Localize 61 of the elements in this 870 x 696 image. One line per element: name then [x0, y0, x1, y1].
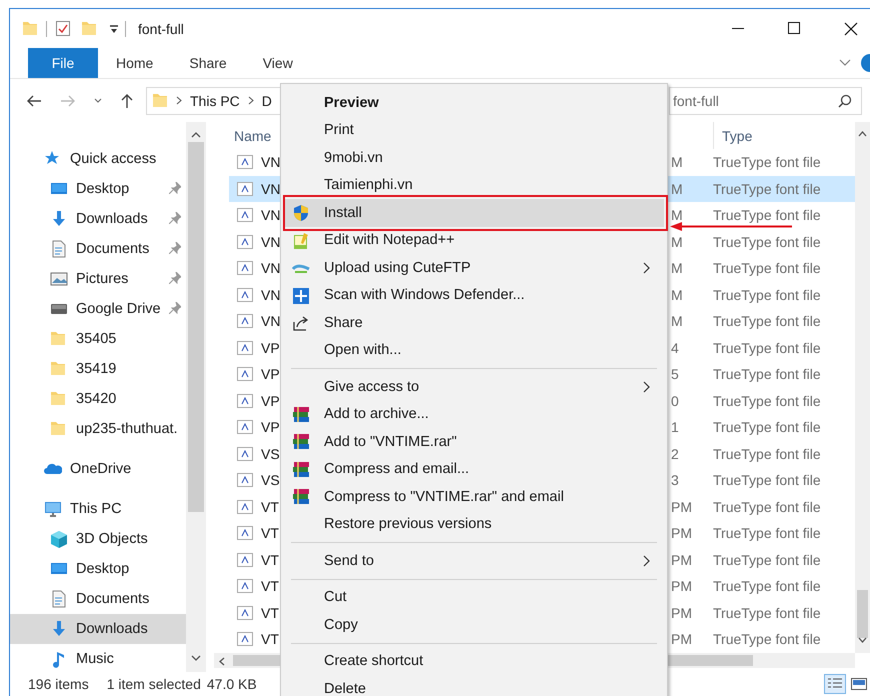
type-cell-text: TrueType font file — [712, 180, 821, 197]
type-cell-text: TrueType font file — [712, 552, 821, 568]
file-name: VN — [261, 180, 280, 197]
file-name: VN — [261, 234, 280, 250]
date-cell-text: PM — [671, 604, 693, 621]
date-cell-text: 1 — [671, 419, 680, 436]
type-cell-text: TrueType font file — [712, 366, 821, 382]
selection-info: 1 item selected — [106, 676, 201, 692]
type-cell-text: TrueType font file — [712, 472, 821, 488]
date-cell-text: M — [671, 234, 684, 250]
type-cell-text: TrueType font file — [712, 578, 821, 594]
file-name: VT — [261, 578, 279, 594]
date-cell-text: 4 — [671, 340, 680, 356]
date-cell-text: M — [671, 154, 684, 170]
type-cell-text: TrueType font file — [712, 260, 821, 276]
type-cell-text: TrueType font file — [712, 286, 821, 303]
file-name: VP — [261, 366, 280, 382]
date-cell-text: PM — [671, 498, 693, 515]
type-cell-text: TrueType font file — [712, 498, 821, 515]
type-cell-text: TrueType font file — [712, 340, 821, 356]
file-name: VN — [261, 154, 280, 170]
type-cell-text: TrueType font file — [712, 604, 821, 621]
file-name: VT — [261, 552, 279, 568]
file-name: VT — [261, 498, 279, 515]
file-name: VP — [261, 340, 280, 356]
selection-size: 47.0 KB — [206, 676, 257, 692]
item-count: 196 items — [28, 676, 89, 692]
file-name: VN — [261, 260, 280, 276]
window-title: font-full — [138, 20, 184, 36]
file-name: VS — [261, 472, 280, 488]
type-cell-text: TrueType font file — [712, 207, 821, 224]
date-cell-text: PM — [671, 578, 693, 594]
file-name: VN — [261, 286, 280, 303]
date-cell-text: PM — [671, 525, 693, 542]
type-cell-text: TrueType font file — [712, 313, 821, 330]
file-name: VT — [261, 525, 279, 542]
date-cell-text: 3 — [671, 472, 680, 488]
type-cell-text: TrueType font file — [712, 525, 821, 542]
type-cell-text: TrueType font file — [712, 419, 821, 436]
file-name: VT — [261, 604, 279, 621]
type-cell-text: TrueType font file — [712, 392, 821, 409]
file-name: VN — [261, 313, 280, 330]
type-cell-text: TrueType font file — [712, 234, 821, 250]
date-cell-text: 2 — [671, 446, 680, 462]
date-cell-text: M — [671, 313, 684, 330]
file-name: VS — [261, 446, 280, 462]
date-cell-text: M — [671, 260, 684, 276]
date-cell-text: M — [671, 286, 684, 303]
file-name: VP — [261, 392, 280, 409]
type-cell-text: TrueType font file — [712, 446, 821, 462]
type-cell-text: TrueType font file — [712, 154, 821, 170]
type-cell-text: TrueType font file — [712, 631, 821, 648]
file-name: VT — [261, 631, 279, 648]
date-cell-text: PM — [671, 552, 693, 568]
file-name: VP — [261, 419, 280, 436]
date-cell-text: M — [671, 180, 684, 197]
date-cell-text: M — [671, 207, 684, 224]
date-cell-text: PM — [671, 631, 693, 648]
date-cell-text: 0 — [671, 392, 680, 409]
date-cell-text: 5 — [671, 366, 680, 382]
file-name: VN — [261, 207, 280, 224]
